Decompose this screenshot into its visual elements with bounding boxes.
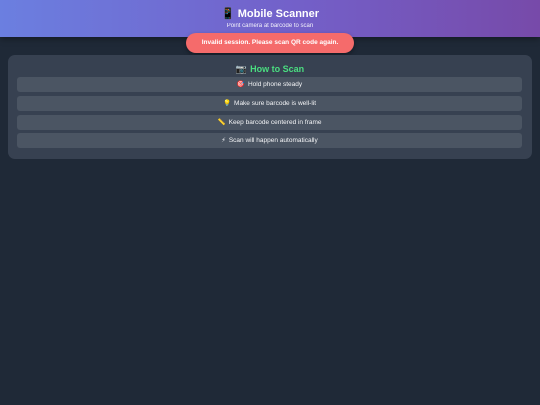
error-toast: Invalid session. Please scan QR code aga…: [186, 33, 354, 53]
app-title: 📱 Mobile Scanner: [0, 7, 540, 21]
instruction-step: 💡 Make sure barcode is well-lit: [17, 96, 522, 111]
instruction-step: 🎯 Hold phone steady: [17, 77, 522, 92]
instruction-step: 📏 Keep barcode centered in frame: [17, 115, 522, 130]
instruction-step-text: Hold phone steady: [247, 81, 303, 88]
instruction-step-text: Make sure barcode is well-lit: [234, 100, 317, 107]
instruction-step-text: Scan will happen automatically: [228, 137, 318, 144]
lightning-icon: ⚡: [221, 137, 226, 144]
how-to-scan-title: 📷 How to Scan: [8, 63, 532, 75]
how-to-scan-title-text: How to Scan: [250, 64, 305, 74]
phone-icon: 📱: [220, 8, 235, 20]
camera-icon: 📷: [235, 64, 248, 74]
ruler-icon: 📏: [217, 119, 226, 126]
how-to-scan-card: 📷 How to Scan 🎯 Hold phone steady 💡 Make su…: [8, 55, 532, 159]
instruction-step-text: Keep barcode centered in frame: [228, 119, 322, 126]
app-subtitle: Point camera at barcode to scan: [226, 23, 314, 29]
app-header: 📱 Mobile Scanner Point camera at barcode…: [0, 0, 540, 37]
app-title-text: Mobile Scanner: [237, 8, 320, 20]
target-icon: 🎯: [236, 81, 245, 88]
lightbulb-icon: 💡: [222, 100, 232, 107]
instruction-step: ⚡ Scan will happen automatically: [17, 133, 522, 148]
